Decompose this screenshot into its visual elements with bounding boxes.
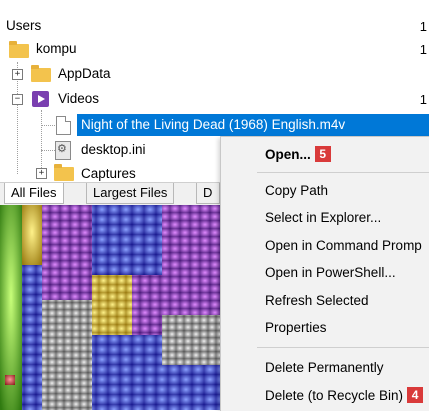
video-folder-icon: [32, 91, 49, 107]
tree-item-label: Users: [6, 18, 42, 33]
context-menu: Open... 5 Copy Path Select in Explorer...…: [220, 136, 429, 411]
menu-item-copy-path[interactable]: Copy Path: [265, 183, 328, 198]
file-icon: [56, 116, 71, 135]
folder-icon: [31, 65, 51, 82]
expand-icon[interactable]: +: [36, 168, 47, 179]
tree-size-value: 1: [419, 19, 427, 34]
menu-item-select-in-explorer[interactable]: Select in Explorer...: [265, 210, 381, 225]
tab-largest-files[interactable]: Largest Files: [86, 183, 175, 204]
menu-item-label: Open...: [265, 147, 311, 162]
step-badge: 5: [314, 146, 331, 162]
tree-size-value: 1: [419, 92, 427, 107]
tree-item-desktop-ini[interactable]: desktop.ini: [81, 139, 146, 161]
tree-item-label: Captures: [81, 166, 136, 181]
tree-item-kompu[interactable]: kompu: [36, 38, 77, 60]
tree-item-label: Videos: [58, 91, 100, 106]
tree-item-appdata[interactable]: AppData: [58, 63, 111, 85]
view-tabs: All Files Largest Files D: [0, 182, 220, 205]
menu-item-open-command-prompt[interactable]: Open in Command Promp: [265, 238, 422, 253]
treemap-canvas: [0, 205, 222, 410]
menu-item-open[interactable]: Open... 5: [265, 146, 331, 162]
tree-item-videos[interactable]: Videos: [58, 88, 99, 110]
expand-icon[interactable]: +: [12, 69, 23, 80]
tree-guide-line: [41, 110, 42, 176]
tree-size-value: 1: [419, 42, 427, 57]
menu-separator: [257, 172, 429, 173]
tree-item-label: desktop.ini: [81, 142, 146, 157]
menu-item-open-powershell[interactable]: Open in PowerShell...: [265, 265, 396, 280]
folder-icon: [9, 41, 29, 58]
menu-item-delete-recycle-bin[interactable]: Delete (to Recycle Bin) 4: [265, 387, 424, 403]
menu-separator: [257, 347, 429, 348]
step-badge: 4: [407, 387, 424, 403]
tab-d[interactable]: D: [196, 183, 220, 204]
settings-file-icon: [55, 141, 71, 160]
folder-icon: [54, 164, 74, 181]
tree-item-users[interactable]: Users: [6, 15, 41, 37]
collapse-icon[interactable]: −: [12, 94, 23, 105]
tab-all-files[interactable]: All Files: [4, 183, 64, 204]
tree-item-selected-label-wrap: Night of the Living Dead (1968) English.…: [81, 114, 345, 136]
menu-item-refresh-selected[interactable]: Refresh Selected: [265, 293, 369, 308]
menu-item-label: Delete (to Recycle Bin): [265, 388, 404, 403]
tree-guide-line: [41, 150, 55, 151]
tree-guide-line: [41, 125, 55, 126]
tree-item-label: AppData: [58, 66, 111, 81]
menu-item-delete-permanently[interactable]: Delete Permanently: [265, 360, 384, 375]
tree-item-label: Night of the Living Dead (1968) English.…: [81, 117, 346, 132]
tree-item-label: kompu: [36, 41, 77, 56]
disk-usage-treemap[interactable]: [0, 205, 222, 410]
menu-item-properties[interactable]: Properties: [265, 320, 327, 335]
